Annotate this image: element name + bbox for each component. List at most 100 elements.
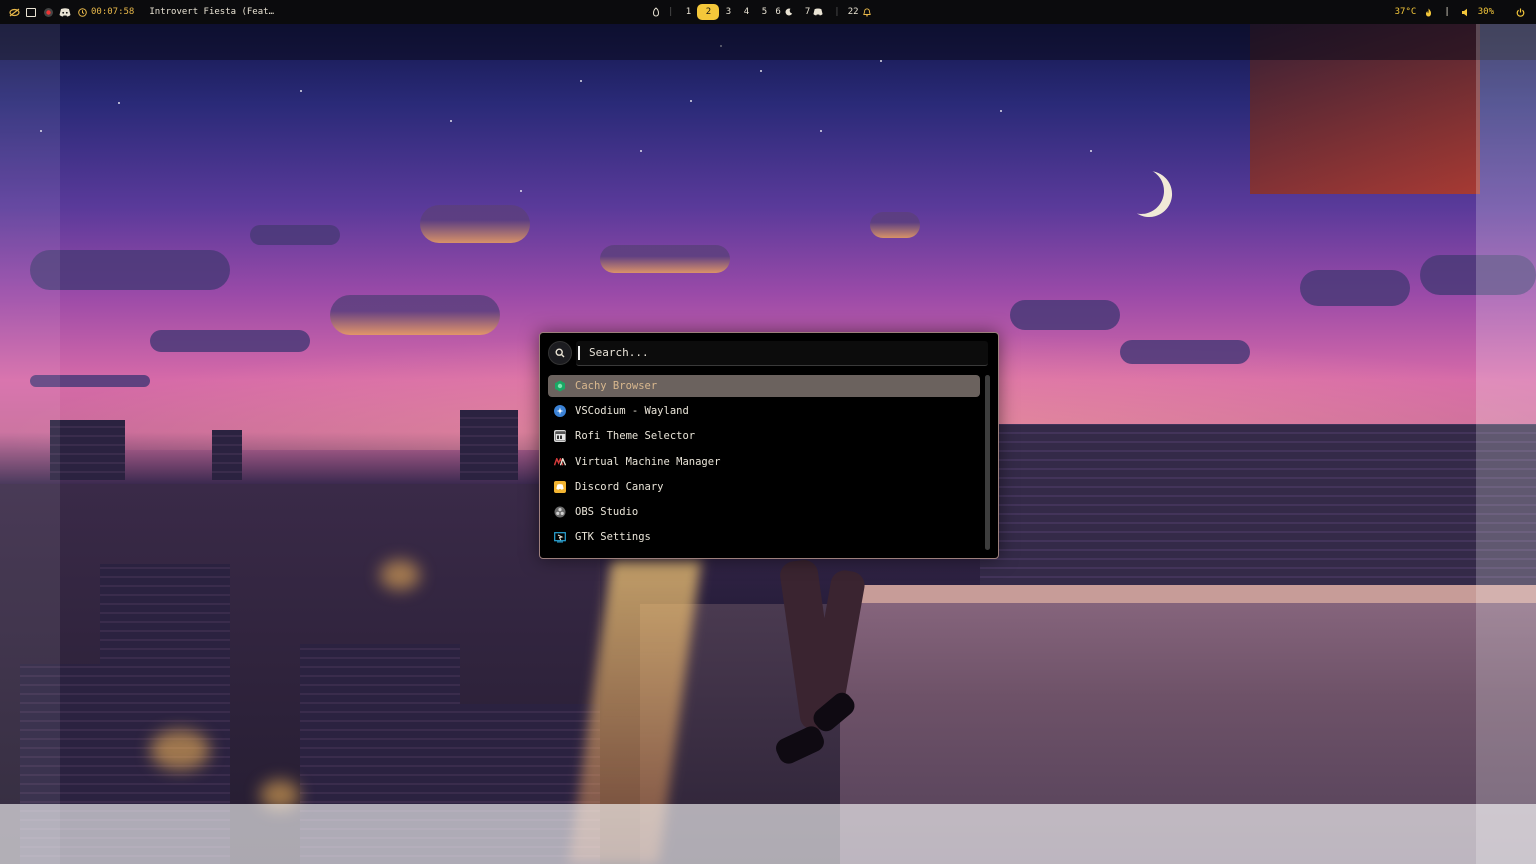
scrollbar-thumb[interactable] (985, 375, 990, 550)
launcher-app-list: Cachy Browser VSCodium - Wayland Rofi Th… (548, 375, 980, 551)
star (118, 102, 120, 104)
search-icon (555, 348, 565, 358)
city-light (380, 560, 420, 590)
search-button[interactable] (548, 341, 572, 365)
frame-top (0, 24, 1536, 60)
volume-text[interactable]: 30% (1478, 7, 1494, 17)
cloud (870, 212, 920, 238)
cloud (1010, 300, 1120, 330)
flame-icon (1422, 6, 1434, 18)
frame-left (0, 24, 60, 864)
ledge-top (840, 585, 1536, 603)
list-item-obs-studio[interactable]: OBS Studio (548, 501, 980, 523)
workspace-switcher: | 1 2 3 4 5 6 7 | 22 (650, 0, 873, 24)
launcher-scrollbar[interactable] (985, 375, 990, 550)
list-item-label: OBS Studio (575, 505, 639, 518)
list-item-label: Cachy Browser (575, 380, 658, 392)
star (640, 150, 642, 152)
window-icon[interactable] (25, 6, 37, 18)
top-bar-left: 00:07:58 Introvert Fiesta (Feat… (8, 0, 274, 24)
star (580, 80, 582, 82)
frame-bottom (0, 804, 1536, 864)
now-playing-title[interactable]: Introvert Fiesta (Feat… (149, 7, 274, 17)
star (300, 90, 302, 92)
workspace-1[interactable]: 1 (679, 4, 697, 20)
discord-app-icon (812, 6, 824, 18)
star (1000, 110, 1002, 112)
volume-icon[interactable] (1460, 6, 1472, 18)
cloud (250, 225, 340, 245)
frame-right (1476, 24, 1536, 864)
vscodium-icon (554, 405, 566, 418)
list-item-label: VSCodium - Wayland (575, 405, 689, 418)
virt-manager-icon (554, 456, 566, 468)
cloud (30, 250, 230, 290)
star (760, 70, 762, 72)
clock-icon (76, 6, 88, 18)
record-icon[interactable] (42, 6, 54, 18)
star (450, 120, 452, 122)
top-bar: 00:07:58 Introvert Fiesta (Feat… | 1 2 3… (0, 0, 1536, 24)
cloud (420, 205, 530, 243)
workspace-2[interactable]: 2 (697, 4, 720, 20)
workspace-6[interactable]: 6 (775, 7, 780, 17)
star (880, 60, 882, 62)
bell-icon (861, 6, 873, 18)
gtk-settings-icon (554, 531, 566, 543)
star (1090, 150, 1092, 152)
cloud (1300, 270, 1410, 306)
discord-canary-icon (554, 480, 566, 493)
star (520, 190, 522, 192)
power-icon[interactable] (1514, 6, 1526, 18)
city-light (150, 730, 210, 770)
star (690, 100, 692, 102)
app-launcher: Search... Cachy Browser VSCodium - Wayla… (539, 332, 999, 559)
workspace-4[interactable]: 4 (737, 4, 755, 20)
crescent-moon (1113, 163, 1169, 219)
list-item-label: GTK Settings (575, 531, 651, 544)
launcher-search-row: Search... (548, 340, 988, 366)
list-item-gtk-settings[interactable]: GTK Settings (548, 526, 980, 548)
moon-app-icon (783, 6, 795, 18)
workspace-divider: | (834, 7, 840, 17)
discord-icon[interactable] (59, 6, 71, 18)
workspace-6-group[interactable]: 6 (775, 6, 794, 18)
cloud (600, 245, 730, 273)
building (50, 420, 125, 480)
star (820, 130, 822, 132)
building (460, 410, 518, 480)
status-separator: | (1444, 7, 1450, 17)
search-input[interactable]: Search... (576, 340, 988, 366)
obs-icon (554, 506, 566, 518)
top-bar-right: 37°C | 30% (1395, 0, 1526, 24)
building (980, 424, 1536, 594)
list-item-discord-canary[interactable]: Discord Canary (548, 476, 980, 498)
list-item-label: Discord Canary (575, 480, 664, 493)
cloud (330, 295, 500, 335)
timer-text: 00:07:58 (91, 7, 135, 17)
eye-slash-icon[interactable] (8, 6, 20, 18)
cloud (1120, 340, 1250, 364)
temperature-text[interactable]: 37°C (1395, 7, 1417, 17)
workspace-3[interactable]: 3 (719, 4, 737, 20)
notification-count: 22 (847, 7, 859, 17)
building (212, 430, 242, 480)
list-item-label: Rofi Theme Selector (575, 430, 696, 443)
list-item-vscodium[interactable]: VSCodium - Wayland (548, 400, 980, 422)
notification-center[interactable]: 22 (848, 6, 873, 18)
workspace-7[interactable]: 7 (805, 7, 810, 17)
cachy-browser-icon (554, 380, 566, 392)
workspace-divider: | (668, 7, 674, 17)
recording-timer: 00:07:58 (76, 6, 134, 18)
workspace-7-group[interactable]: 7 (805, 6, 824, 18)
text-caret (578, 345, 580, 360)
lock-icon[interactable] (650, 6, 662, 18)
list-item-rofi-theme-selector[interactable]: Rofi Theme Selector (548, 425, 980, 447)
cloud (150, 330, 310, 352)
rofi-icon (554, 430, 566, 443)
list-item-label: Virtual Machine Manager (575, 455, 721, 468)
workspace-5[interactable]: 5 (755, 4, 773, 20)
list-item-cachy-browser[interactable]: Cachy Browser (548, 375, 980, 397)
search-placeholder: Search... (589, 346, 649, 359)
list-item-virtual-machine-manager[interactable]: Virtual Machine Manager (548, 451, 980, 473)
